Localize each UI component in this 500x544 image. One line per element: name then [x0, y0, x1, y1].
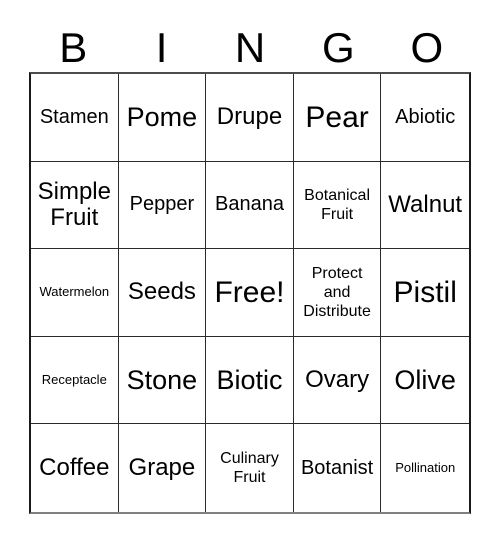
bingo-cell[interactable]: Grape — [118, 424, 207, 512]
bingo-cell[interactable]: Pistil — [381, 249, 469, 337]
bingo-cell[interactable]: Drupe — [206, 74, 294, 162]
bingo-cell-label: Stone — [126, 365, 198, 396]
bingo-cell-label: Botanical Fruit — [304, 186, 370, 223]
bingo-cell[interactable]: Olive — [381, 336, 469, 425]
bingo-header-row: B I N G O — [29, 14, 471, 72]
header-letter-i: I — [155, 24, 168, 71]
bingo-cell-label: Grape — [128, 454, 196, 482]
bingo-cell-label: Ovary — [305, 366, 370, 394]
bingo-cell-label: Pear — [305, 100, 369, 134]
bingo-cell[interactable]: Watermelon — [31, 249, 119, 337]
bingo-cell[interactable]: Walnut — [381, 161, 469, 250]
bingo-cell-label: Stamen — [39, 105, 109, 128]
bingo-grid: Stamen Pome Drupe Pear Abiotic Simple Fruit Pe… — [29, 72, 471, 514]
bingo-cell-label: Walnut — [388, 190, 463, 218]
bingo-cell[interactable]: Stone — [118, 336, 207, 425]
bingo-cell[interactable]: Pepper — [118, 161, 207, 250]
bingo-cell-label: Free! — [214, 275, 285, 309]
bingo-cell-label: Culinary Fruit — [220, 450, 279, 487]
bingo-cell-label: Drupe — [216, 103, 283, 131]
bingo-cell[interactable]: Ovary — [293, 336, 382, 425]
bingo-cell-label: Coffee — [39, 454, 110, 482]
bingo-cell[interactable]: Seeds — [118, 249, 207, 337]
bingo-cell-label: Biotic — [216, 365, 283, 396]
bingo-card: B I N G O Stamen Pome Drupe Pear Abiotic Simp… — [0, 0, 500, 544]
header-letter-g: G — [322, 24, 355, 71]
bingo-cell[interactable]: Simple Fruit — [31, 161, 119, 250]
bingo-cell[interactable]: Stamen — [31, 74, 119, 162]
bingo-cell[interactable]: Protect and Distribute — [293, 249, 382, 337]
header-letter-n: N — [234, 24, 266, 71]
bingo-cell-label: Pollination — [395, 460, 456, 476]
bingo-cell-label: Protect and Distribute — [303, 264, 371, 320]
bingo-cell[interactable]: Botanical Fruit — [293, 161, 382, 250]
bingo-cell-label: Botanist — [300, 456, 374, 479]
bingo-cell[interactable]: Coffee — [31, 424, 119, 512]
bingo-cell-label: Receptacle — [41, 372, 107, 388]
bingo-cell[interactable]: Receptacle — [31, 336, 119, 425]
bingo-cell-label: Abiotic — [395, 105, 456, 128]
bingo-cell[interactable]: Botanist — [293, 424, 382, 512]
bingo-cell[interactable]: Abiotic — [381, 74, 469, 162]
header-letter-o: O — [410, 24, 444, 71]
bingo-cell-label: Pistil — [393, 275, 457, 309]
header-letter-b: B — [59, 24, 88, 71]
bingo-cell[interactable]: Biotic — [206, 336, 294, 425]
bingo-cell-label: Watermelon — [39, 284, 110, 300]
bingo-cell[interactable]: Culinary Fruit — [206, 424, 294, 512]
bingo-cell[interactable]: Banana — [206, 161, 294, 250]
bingo-cell-label: Seeds — [127, 278, 196, 306]
bingo-cell[interactable]: Pollination — [381, 424, 469, 512]
bingo-cell[interactable]: Pear — [293, 74, 382, 162]
bingo-cell[interactable]: Free! — [206, 249, 294, 337]
bingo-cell-label: Pepper — [129, 193, 195, 216]
bingo-cell-label: Pome — [126, 102, 198, 133]
bingo-cell-label: Olive — [394, 365, 456, 396]
bingo-cell-label: Banana — [215, 193, 284, 216]
bingo-cell-label: Simple Fruit — [37, 177, 111, 231]
bingo-cell[interactable]: Pome — [118, 74, 207, 162]
